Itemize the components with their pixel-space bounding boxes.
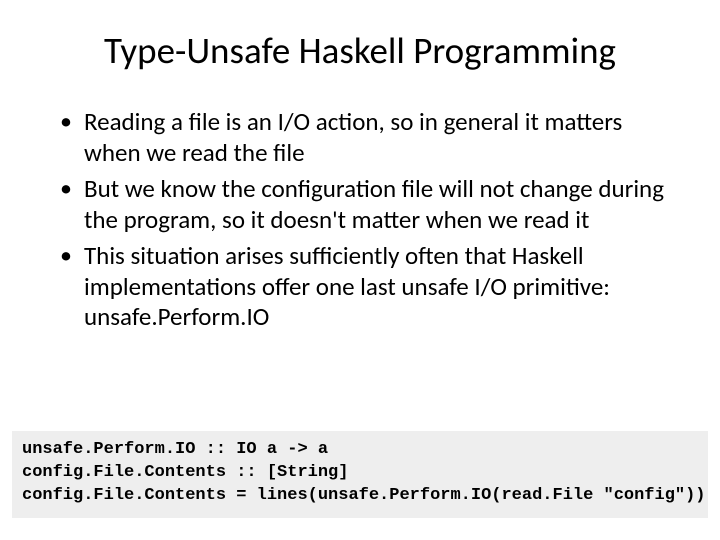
code-line: config.File.Contents :: [String]: [22, 463, 348, 482]
slide: Type-Unsafe Haskell Programming Reading …: [0, 0, 720, 540]
bullet-item: But we know the configuration file will …: [60, 174, 678, 235]
code-block: unsafe.Perform.IO :: IO a -> a config.Fi…: [12, 431, 708, 518]
bullet-item: This situation arises sufficiently often…: [60, 241, 678, 333]
code-line: config.File.Contents = lines(unsafe.Perf…: [22, 486, 706, 505]
bullet-list: Reading a file is an I/O action, so in g…: [32, 107, 688, 333]
code-line: unsafe.Perform.IO :: IO a -> a: [22, 440, 328, 459]
slide-title: Type-Unsafe Haskell Programming: [32, 28, 688, 73]
bullet-item: Reading a file is an I/O action, so in g…: [60, 107, 678, 168]
